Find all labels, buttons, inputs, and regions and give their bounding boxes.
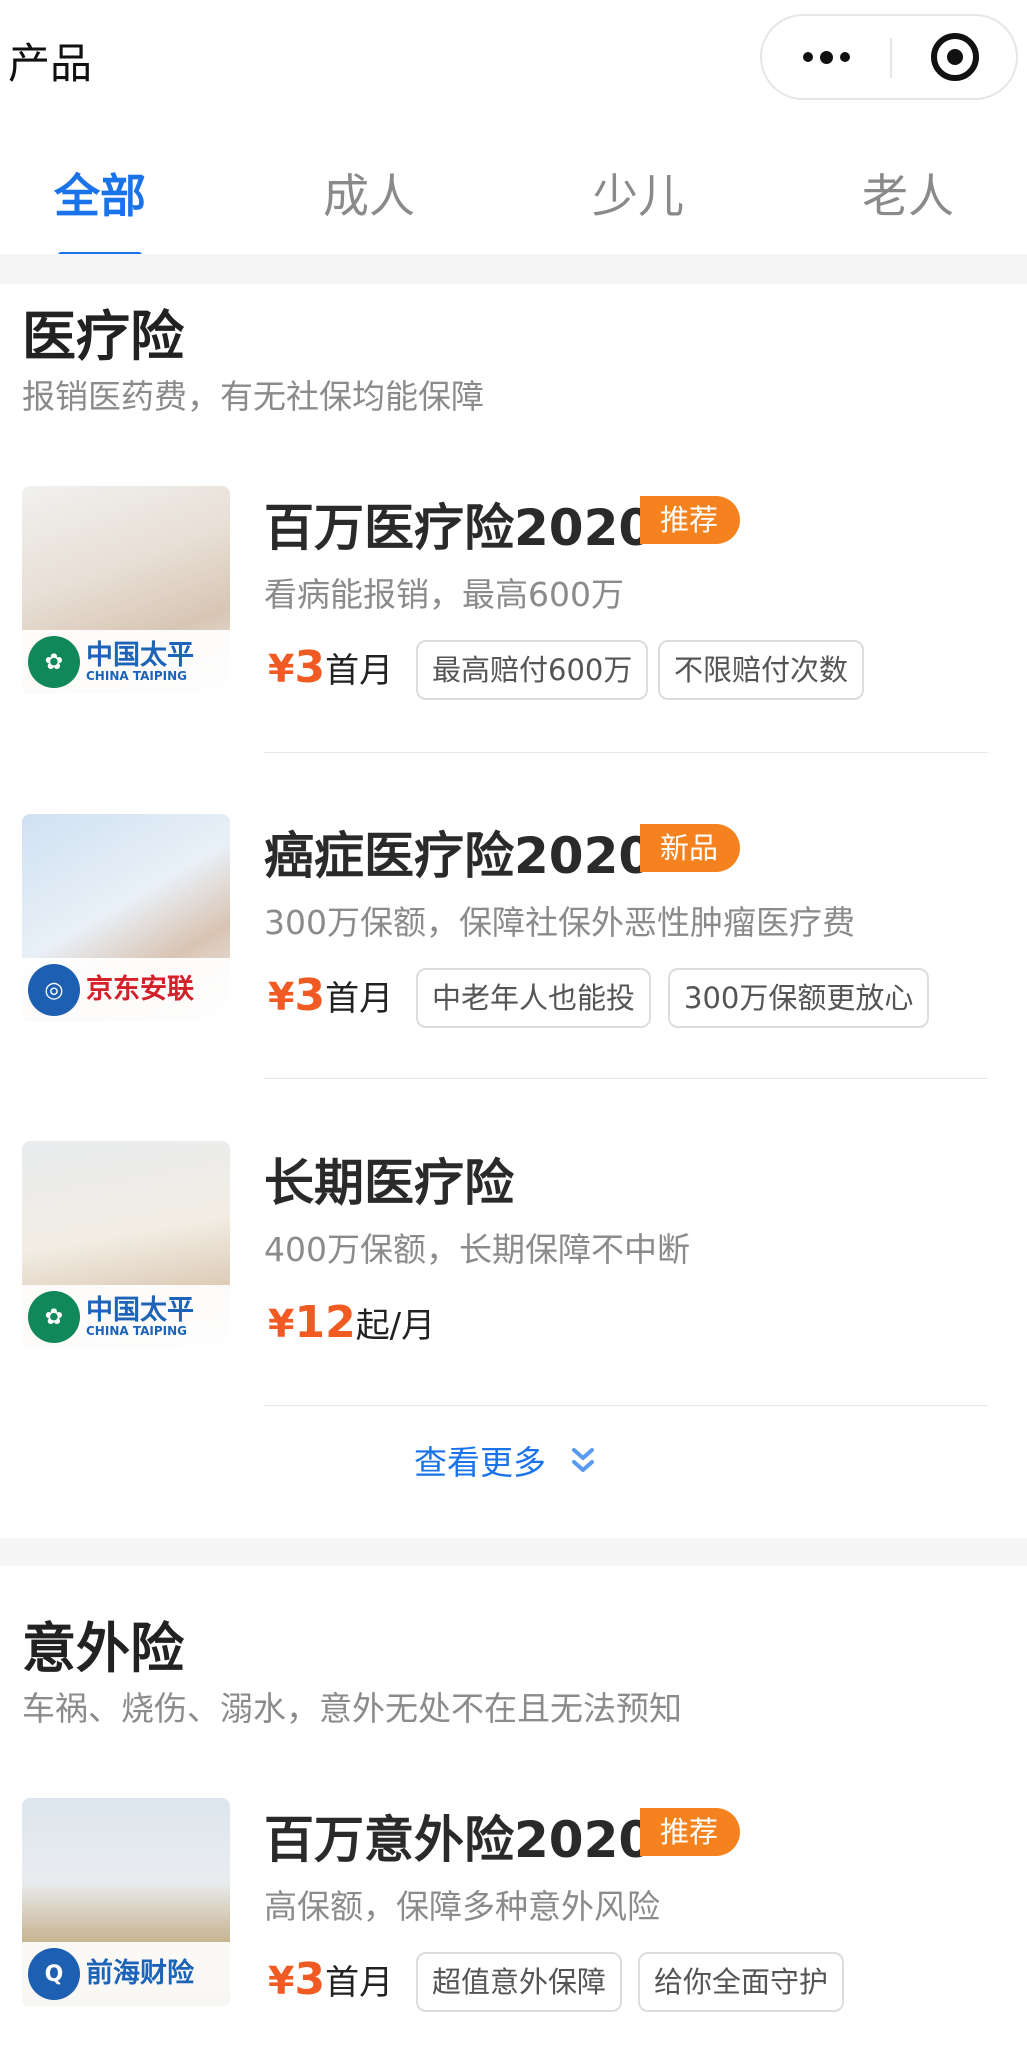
tab-adult[interactable]: 成人 <box>323 160 415 226</box>
product-badge: 新品 <box>640 824 741 872</box>
product-badge: 推荐 <box>640 496 741 544</box>
product-image: ✿ 中国太平 CHINA TAIPING <box>22 1141 230 1349</box>
product-tag: 300万保额更放心 <box>668 968 930 1028</box>
qianhai-logo-icon: Q <box>28 1948 80 2000</box>
product-name: 长期医疗险 <box>264 1154 514 1212</box>
product-card[interactable]: ✿ 中国太平 CHINA TAIPING 百万医疗险2020 推荐 看病能报销，… <box>0 486 1027 814</box>
product-image: ◎ 京东安联 <box>22 814 230 1022</box>
section-gap <box>0 254 1027 284</box>
section-subtitle-accident: 车祸、烧伤、溺水，意外无处不在且无法预知 <box>22 1689 682 1728</box>
section-title-medical: 医疗险 <box>22 305 184 368</box>
tab-elderly[interactable]: 老人 <box>862 160 954 226</box>
product-name: 百万意外险2020 <box>264 1811 654 1869</box>
product-price: ¥3首月 <box>268 970 394 1021</box>
product-badge: 推荐 <box>640 1808 741 1856</box>
view-more-link[interactable]: 查看更多 <box>414 1436 546 1484</box>
taiping-logo-icon: ✿ <box>28 1291 80 1343</box>
product-image: Q 前海财险 <box>22 1798 230 2006</box>
brand-name: 前海财险 <box>86 1957 194 1989</box>
product-description: 高保额，保障多种意外风险 <box>264 1887 660 1926</box>
product-description: 看病能报销，最高600万 <box>264 575 624 614</box>
product-description: 400万保额，长期保障不中断 <box>264 1230 690 1269</box>
section-title-accident: 意外险 <box>22 1617 184 1680</box>
page-title: 产品 <box>8 39 93 88</box>
product-tag: 最高赔付600万 <box>416 640 649 700</box>
mini-program-capsule <box>760 14 1018 100</box>
product-description: 300万保额，保障社保外恶性肿瘤医疗费 <box>264 903 855 942</box>
brand-name: 中国太平 <box>86 1294 194 1326</box>
category-tabs: 全部 成人 少儿 老人 <box>0 118 1027 254</box>
close-target-icon[interactable] <box>892 16 1018 98</box>
product-name: 癌症医疗险2020 <box>264 827 654 885</box>
section-subtitle-medical: 报销医药费，有无社保均能保障 <box>22 377 484 416</box>
product-card[interactable]: ✿ 中国太平 CHINA TAIPING 长期医疗险 400万保额，长期保障不中… <box>0 1141 1027 1469</box>
tab-all[interactable]: 全部 <box>54 160 146 226</box>
brand-name-en: CHINA TAIPING <box>86 668 187 683</box>
tab-child[interactable]: 少儿 <box>592 160 684 226</box>
nav-bar: 产品 <box>0 0 1027 118</box>
taiping-logo-icon: ✿ <box>28 636 80 688</box>
row-divider <box>264 752 988 753</box>
product-price: ¥3首月 <box>268 1954 394 2005</box>
product-tag: 超值意外保障 <box>416 1952 623 2012</box>
double-chevron-down-icon[interactable] <box>568 1444 598 1478</box>
product-card[interactable]: ◎ 京东安联 癌症医疗险2020 新品 300万保额，保障社保外恶性肿瘤医疗费 … <box>0 814 1027 1142</box>
brand-name: 中国太平 <box>86 639 194 671</box>
product-price: ¥12起/月 <box>268 1297 436 1348</box>
section-gap <box>0 1538 1027 1566</box>
product-image: ✿ 中国太平 CHINA TAIPING <box>22 486 230 694</box>
product-price: ¥3首月 <box>268 642 394 693</box>
product-tag: 给你全面守护 <box>638 1952 845 2012</box>
row-divider <box>264 1405 988 1406</box>
more-dots-icon[interactable] <box>762 16 890 98</box>
row-divider <box>264 1078 988 1079</box>
brand-name-en: CHINA TAIPING <box>86 1323 187 1338</box>
brand-name: 京东安联 <box>86 973 194 1005</box>
anlian-logo-icon: ◎ <box>28 964 80 1016</box>
product-tag: 中老年人也能投 <box>416 968 652 1028</box>
product-name: 百万医疗险2020 <box>264 499 654 557</box>
product-card[interactable]: Q 前海财险 百万意外险2020 推荐 高保额，保障多种意外风险 ¥3首月 超值… <box>0 1798 1027 2055</box>
product-tag: 不限赔付次数 <box>658 640 865 700</box>
